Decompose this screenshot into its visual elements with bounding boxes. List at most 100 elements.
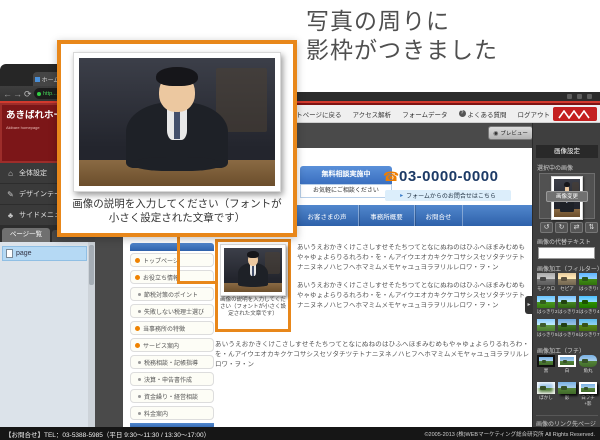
selected-image-thumb: 画像変更 xyxy=(539,173,595,219)
tree-icon: ♣ xyxy=(6,211,15,220)
toolbar-faq[interactable]: ? よくある質問 xyxy=(459,109,507,119)
flip-horizontal-icon[interactable]: ⇄ xyxy=(570,222,583,233)
side-menu-item-pricing[interactable]: 料金案内 xyxy=(130,406,214,420)
filter-section-label: 画像加工（フィルター） xyxy=(537,264,600,273)
toolbar-logout[interactable]: ログアウト xyxy=(518,109,551,119)
nav-item-voices[interactable]: お客さまの声 xyxy=(295,205,358,226)
back-icon[interactable]: ← xyxy=(3,90,12,99)
toolbar-form-data[interactable]: フォームデータ xyxy=(402,109,447,119)
callout-connector-vertical xyxy=(177,237,180,284)
alt-text-input[interactable] xyxy=(538,247,595,259)
bullet-icon xyxy=(138,395,141,398)
filter-sharp4[interactable]: はっきり4 xyxy=(579,296,597,315)
extension-icon[interactable] xyxy=(567,94,572,99)
question-icon: ? xyxy=(459,110,466,117)
preview-button[interactable]: ◉ プレビュー xyxy=(488,126,533,140)
arrow-right-icon: ▸ xyxy=(400,192,403,199)
side-menu-item-choose[interactable]: 失敗しない税理士選び xyxy=(130,304,214,318)
bullet-icon xyxy=(138,412,141,415)
side-menu-item-finance[interactable]: 資金繰り・経営相談 xyxy=(130,389,214,403)
panel-collapse-handle[interactable]: ▸ xyxy=(525,296,533,314)
filter-sharp5[interactable]: はっきり5 xyxy=(537,319,555,338)
lock-icon xyxy=(37,92,41,96)
bullet-icon xyxy=(138,361,141,364)
filter-sharp6[interactable]: はっきり6 xyxy=(558,319,576,338)
filter-sharp3[interactable]: はっきり3 xyxy=(558,296,576,315)
wms-logo xyxy=(553,107,597,121)
logo-zigzag-icon xyxy=(558,110,592,119)
extension-icon[interactable] xyxy=(577,94,582,99)
bullet-icon xyxy=(138,293,141,296)
content-text-right: あいうえおかきくけこさしすせそたちつてとなにぬねのはひふへほまみむめもやゃゆょよ… xyxy=(297,243,525,311)
zoom-callout-popup: 画像の説明を入力してください（フォントが小さく設定された文章です） xyxy=(57,40,297,237)
annotation-heading: 写真の周りに 影枠がつきました xyxy=(306,7,498,65)
address-text: http... xyxy=(43,91,57,97)
alt-text-label: 画像の代替テキスト xyxy=(537,237,591,246)
paragraph: あいうえおかきくけこさしすせそたちつてとなにぬねのはひふへほまみむめもやゃゆょよ… xyxy=(297,281,525,311)
filter-sepia[interactable]: セピア xyxy=(558,273,576,292)
contact-form-link[interactable]: ▸ フォームからのお問合せはこちら xyxy=(385,190,511,201)
pencil-icon: ✎ xyxy=(6,190,15,199)
nav-item-office[interactable]: 事務所概要 xyxy=(358,205,414,226)
page-list xyxy=(0,242,95,427)
filter-mono[interactable]: モノクロ xyxy=(537,273,555,292)
nav-item-contact[interactable]: お問合せ xyxy=(414,205,462,226)
phone-number: 03-0000-0000 xyxy=(399,168,498,185)
side-menu-item-services[interactable]: サービス案内 xyxy=(130,338,214,352)
bullet-icon xyxy=(138,378,141,381)
side-menu-item-consult[interactable]: 税務相談・記帳指導 xyxy=(130,355,214,369)
filter-sharp2[interactable]: はっきり2 xyxy=(537,296,555,315)
frame-white[interactable]: 白 xyxy=(558,355,576,374)
content-photo xyxy=(224,248,282,292)
side-menu-header xyxy=(130,243,214,251)
consult-banner[interactable]: 無料相談実施中 xyxy=(300,166,392,184)
panel-title: 画像設定 xyxy=(536,145,598,158)
image-caption: 画像の説明を入力してください（フォントが小さく設定された文章です） xyxy=(218,296,288,319)
flip-vertical-icon[interactable]: ⇅ xyxy=(585,222,598,233)
side-menu-item-features[interactable]: 当事務所の特徴 xyxy=(130,321,214,335)
page-list-item[interactable]: page xyxy=(2,246,87,261)
bullet-icon xyxy=(135,275,140,280)
selected-image-label: 選択中の画像 xyxy=(537,163,573,172)
frame-shadow[interactable]: 影 xyxy=(558,382,576,401)
footer-bar: 【お問合せ】TEL：03-5388-5985（平日 9:30〜11:30 / 1… xyxy=(0,427,600,440)
change-image-button[interactable]: 画像変更 xyxy=(546,191,588,202)
paragraph: あいうえおかきくけこさしすせそたちつてとなにぬねのはひふへほまみむめもやゃゆょよ… xyxy=(215,340,529,370)
footer-contact: 【お問合せ】TEL：03-5388-5985（平日 9:30〜11:30 / 1… xyxy=(5,429,210,439)
frame-section-label: 画像加工（フチ） xyxy=(537,346,585,355)
frame-white-shadow-selected[interactable]: 白フチ+影 xyxy=(579,382,597,406)
tab-favicon-icon xyxy=(35,77,40,82)
footer-copyright: ©2005-2013 (株)WEBマーケティング総合研究所 All Rights… xyxy=(425,430,596,438)
rotate-right-icon[interactable]: ↻ xyxy=(555,222,568,233)
bullet-icon xyxy=(135,343,140,348)
menu-icon[interactable] xyxy=(587,94,592,99)
bullet-icon xyxy=(135,326,140,331)
scrollbar-thumb[interactable] xyxy=(89,245,94,285)
selected-image-block[interactable]: 画像の説明を入力してください（フォントが小さく設定された文章です） xyxy=(215,239,291,332)
callout-connector-horizontal xyxy=(177,281,218,284)
popup-image-caption: 画像の説明を入力してください（フォントが小さく設定された文章です） xyxy=(69,197,285,225)
browser-chrome-strip xyxy=(295,92,600,101)
reload-icon[interactable]: ⟳ xyxy=(24,90,32,99)
home-icon: ⌂ xyxy=(6,169,15,178)
eye-icon: ◉ xyxy=(493,130,498,137)
consult-banner-sub: お気軽にご相談ください xyxy=(300,184,392,198)
rotate-left-icon[interactable]: ↺ xyxy=(540,222,553,233)
frame-rounded[interactable]: 角丸 xyxy=(579,355,597,374)
frame-blur[interactable]: ぼかし xyxy=(537,382,555,401)
popup-photo xyxy=(79,58,275,186)
side-menu-item-returns[interactable]: 決算・申告書作成 xyxy=(130,372,214,386)
frame-black[interactable]: 黒 xyxy=(537,355,555,374)
page-icon xyxy=(6,249,13,258)
filter-sharp7[interactable]: はっきり7 xyxy=(579,319,597,338)
bullet-icon xyxy=(135,258,140,263)
filter-sharp1[interactable]: はっきり! xyxy=(579,273,597,292)
side-menu-item-top[interactable]: トップページ xyxy=(130,253,214,267)
content-text-below: あいうえおかきくけこさしすせそたちつてとなにぬねのはひふへほまみむめもやゃゆょよ… xyxy=(215,340,529,370)
side-menu-item-tax-points[interactable]: 節税対策のポイント xyxy=(130,287,214,301)
toolbar-access-analytics[interactable]: アクセス解析 xyxy=(353,109,392,119)
tab-page-list[interactable]: ページ一覧 xyxy=(2,228,50,242)
image-settings-panel: 画像設定 選択中の画像 画像変更 ↺ ↻ ⇄ ⇅ 画像の代替テキスト 画像加工（… xyxy=(532,123,600,427)
forward-icon[interactable]: → xyxy=(13,90,22,99)
phone-icon: ☎ xyxy=(383,169,399,185)
